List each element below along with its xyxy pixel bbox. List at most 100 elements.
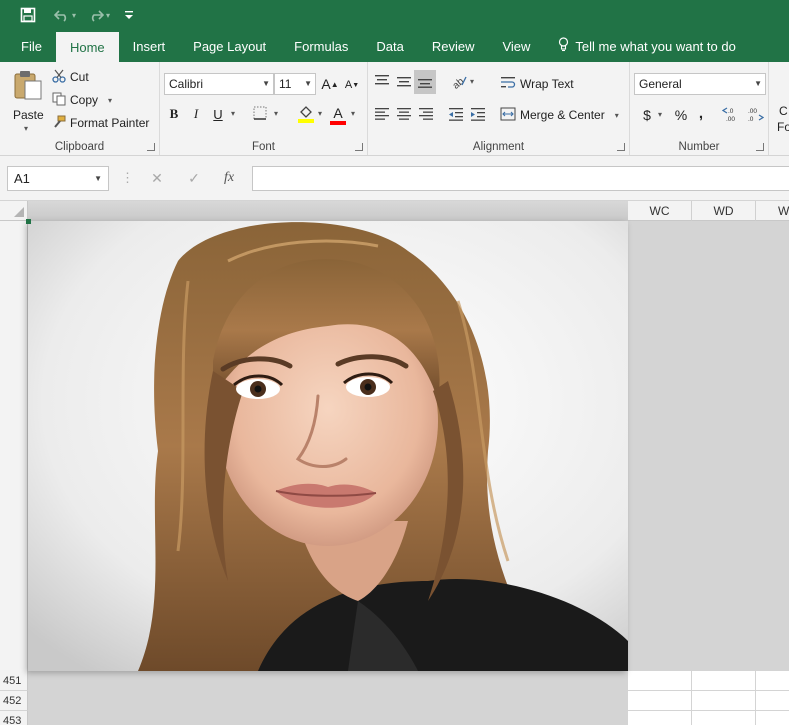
portrait-photo <box>28 221 628 671</box>
tab-data[interactable]: Data <box>362 30 417 62</box>
font-size-combo[interactable]: 11 ▼ <box>274 73 316 95</box>
underline-dropdown-icon[interactable]: ▾ <box>231 109 235 118</box>
top-align-button[interactable] <box>372 72 392 92</box>
save-icon[interactable] <box>20 4 36 26</box>
select-all-button[interactable] <box>0 201 28 221</box>
orientation-button[interactable]: ab <box>448 72 470 92</box>
percent-button[interactable]: % <box>672 106 690 124</box>
conditional-formatting-label[interactable]: C <box>779 104 788 118</box>
font-color-dropdown-icon[interactable]: ▾ <box>351 109 355 118</box>
shrink-font-button[interactable]: A ▼ <box>344 76 360 94</box>
decrease-indent-button[interactable] <box>446 105 466 125</box>
formula-bar-divider-icon: ⋮ <box>121 170 134 185</box>
font-name-combo[interactable]: Calibri ▼ <box>164 73 274 95</box>
insert-function-button[interactable]: fx <box>220 169 238 187</box>
cell[interactable] <box>628 671 692 691</box>
wrap-text-button[interactable]: Wrap Text <box>500 74 574 94</box>
row-header-453[interactable]: 453 <box>0 711 28 725</box>
column-header-wd[interactable]: WD <box>692 201 756 221</box>
underline-button[interactable]: U <box>210 105 226 123</box>
tab-formulas[interactable]: Formulas <box>280 30 362 62</box>
cell[interactable] <box>692 711 756 725</box>
paste-button[interactable]: Paste ▾ <box>10 68 46 136</box>
cut-label: Cut <box>70 70 89 84</box>
row-header-strip <box>0 221 28 725</box>
middle-align-button[interactable] <box>394 72 414 92</box>
align-right-button[interactable] <box>416 105 436 125</box>
selection-handle[interactable] <box>26 219 31 224</box>
undo-icon[interactable]: ▾ <box>54 4 76 26</box>
paste-dropdown-icon[interactable]: ▾ <box>24 124 28 133</box>
decrease-decimal-button[interactable]: .00.0 <box>744 106 765 124</box>
alignment-launcher-icon[interactable] <box>617 143 625 151</box>
number-format-value: General <box>639 77 682 91</box>
cell[interactable] <box>692 671 756 691</box>
fill-color-button[interactable] <box>296 104 316 126</box>
currency-button[interactable]: $ <box>640 106 654 124</box>
merge-center-icon <box>500 107 516 124</box>
tab-home[interactable]: Home <box>55 32 119 62</box>
orientation-dropdown-icon[interactable]: ▾ <box>470 77 474 86</box>
font-name-value: Calibri <box>169 77 204 91</box>
format-as-table-label[interactable]: Fo <box>777 120 789 134</box>
clipboard-launcher-icon[interactable] <box>147 143 155 151</box>
bottom-align-button[interactable] <box>414 70 436 94</box>
number-format-combo[interactable]: General ▼ <box>634 73 766 95</box>
grow-font-button[interactable]: A ▲ <box>321 74 338 94</box>
cell[interactable] <box>628 691 692 711</box>
select-all-icon <box>14 207 24 217</box>
increase-decimal-button[interactable]: .0.00 <box>721 106 742 124</box>
merge-center-label: Merge & Center <box>520 108 605 122</box>
merge-center-button[interactable]: Merge & Center ▾ <box>500 105 619 125</box>
cut-button[interactable]: Cut <box>52 68 89 86</box>
formula-bar: A1 ▼ ⋮ ✕ ✓ fx <box>0 156 789 201</box>
customize-icon[interactable] <box>124 4 134 26</box>
tab-insert[interactable]: Insert <box>119 30 180 62</box>
comma-button[interactable]: , <box>694 104 708 122</box>
chevron-down-icon: ▼ <box>94 174 102 183</box>
currency-dropdown-icon[interactable]: ▾ <box>658 110 662 119</box>
svg-text:.0: .0 <box>728 108 734 115</box>
merge-dropdown-icon[interactable]: ▾ <box>615 111 619 120</box>
tell-me-box[interactable]: Tell me what you want to do <box>544 30 736 62</box>
align-top-icon <box>374 74 390 91</box>
row-header-452[interactable]: 452 <box>0 691 28 711</box>
shrink-font-label: A <box>344 79 353 91</box>
copy-button[interactable]: Copy ▾ <box>52 91 112 109</box>
cell-grid <box>628 671 789 725</box>
italic-button[interactable]: I <box>188 105 204 123</box>
number-launcher-icon[interactable] <box>756 143 764 151</box>
font-launcher-icon[interactable] <box>355 143 363 151</box>
align-center-button[interactable] <box>394 105 414 125</box>
column-header-we[interactable]: W <box>756 201 789 221</box>
borders-dropdown-icon[interactable]: ▾ <box>274 109 278 118</box>
name-box[interactable]: A1 ▼ <box>7 166 109 191</box>
tab-review[interactable]: Review <box>418 30 489 62</box>
tab-view[interactable]: View <box>488 30 544 62</box>
tab-page-layout[interactable]: Page Layout <box>179 30 280 62</box>
paintbrush-icon <box>52 115 66 132</box>
column-header-wc[interactable]: WC <box>628 201 692 221</box>
align-left-button[interactable] <box>372 105 392 125</box>
wrap-text-icon <box>500 76 516 93</box>
increase-indent-button[interactable] <box>468 105 488 125</box>
bold-button[interactable]: B <box>166 105 182 123</box>
fill-color-dropdown-icon[interactable]: ▾ <box>318 109 322 118</box>
redo-icon[interactable]: ▾ <box>88 4 110 26</box>
cell[interactable] <box>756 671 789 691</box>
row-header-451[interactable]: 451 <box>0 671 28 691</box>
cell[interactable] <box>628 711 692 725</box>
cell[interactable] <box>692 691 756 711</box>
borders-button[interactable] <box>252 106 268 122</box>
enter-button[interactable]: ✓ <box>185 169 203 187</box>
inserted-picture[interactable] <box>28 221 628 671</box>
cancel-button[interactable]: ✕ <box>148 169 166 187</box>
cell[interactable] <box>756 691 789 711</box>
formula-input[interactable] <box>252 166 789 191</box>
copy-dropdown-icon[interactable]: ▾ <box>108 96 112 105</box>
font-color-letter: A <box>333 104 343 121</box>
tab-file[interactable]: File <box>0 30 56 62</box>
format-painter-button[interactable]: Format Painter <box>52 114 149 132</box>
cell[interactable] <box>756 711 789 725</box>
font-color-button[interactable]: A <box>328 104 348 126</box>
